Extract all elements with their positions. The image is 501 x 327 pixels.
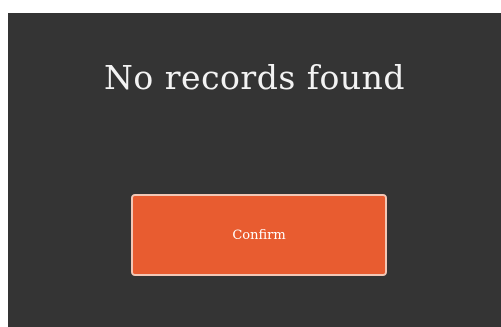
dialog-message: No records found <box>104 58 405 97</box>
no-records-dialog: No records found Confirm <box>8 13 501 327</box>
confirm-button[interactable]: Confirm <box>131 194 387 276</box>
